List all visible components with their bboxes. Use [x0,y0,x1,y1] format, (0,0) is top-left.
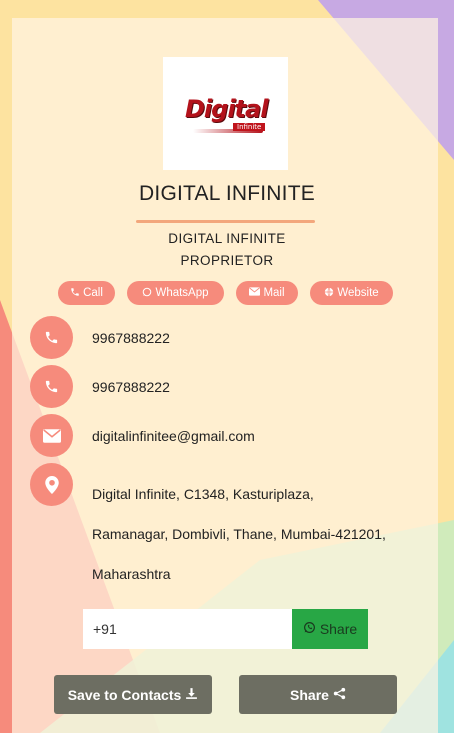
map-marker-icon[interactable] [30,463,73,506]
phone-icon [70,287,80,300]
share-card-label: Share [290,686,329,703]
logo-main-text: Digital [185,95,268,123]
whatsapp-button[interactable]: WhatsApp [127,281,224,305]
save-to-contacts-button[interactable]: Save to Contacts [54,675,212,714]
globe-icon [324,287,334,300]
phone-number-primary[interactable]: 9967888222 [92,330,170,346]
envelope-icon [249,287,261,299]
company-name: DIGITAL INFINITE [139,182,315,205]
whatsapp-icon [303,621,316,637]
whatsapp-share-label: Share [319,621,358,637]
share-icon [333,687,346,703]
whatsapp-label: WhatsApp [155,287,209,299]
phone-icon[interactable] [30,365,73,408]
logo-sub-text: Infinite [233,123,266,131]
mail-button[interactable]: Mail [236,281,298,305]
postal-address: Digital Infinite, C1348, Kasturiplaza, R… [92,486,386,582]
whatsapp-number-input[interactable] [83,609,292,649]
call-label: Call [83,287,103,299]
subtitle-company: DIGITAL INFINITE [168,231,286,246]
company-logo: Digital Infinite [163,57,288,170]
phone-icon[interactable] [30,316,73,359]
website-label: Website [337,287,379,299]
whatsapp-share-button[interactable]: Share [292,609,368,649]
call-button[interactable]: Call [58,281,115,305]
share-card-button[interactable]: Share [239,675,397,714]
mail-label: Mail [263,287,285,299]
phone-number-secondary[interactable]: 9967888222 [92,379,170,395]
subtitle-role: PROPRIETOR [180,253,274,268]
whatsapp-icon [142,287,152,300]
title-divider [136,220,315,223]
download-icon [185,687,198,703]
save-to-contacts-label: Save to Contacts [67,686,182,703]
email-address[interactable]: digitalinfinitee@gmail.com [92,428,255,444]
envelope-icon[interactable] [30,414,73,457]
website-button[interactable]: Website [310,281,393,305]
